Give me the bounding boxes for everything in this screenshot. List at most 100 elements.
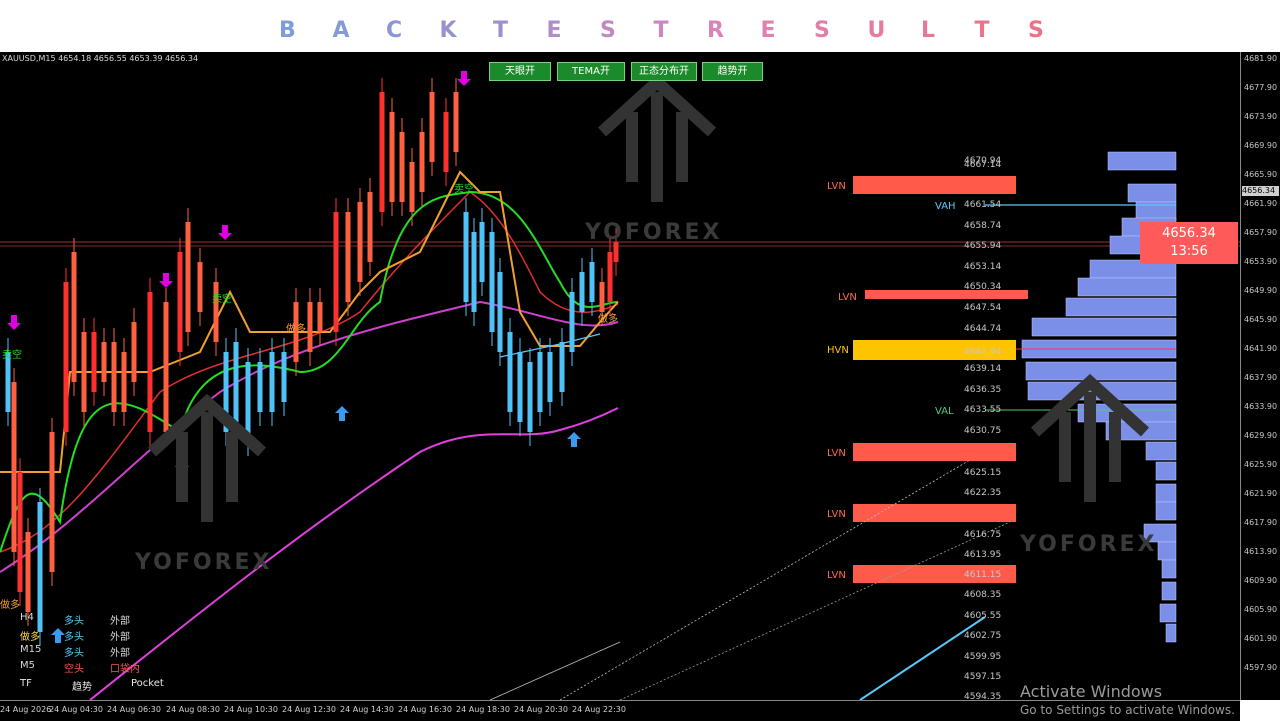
- tianyan-toggle-button[interactable]: 天眼开: [489, 62, 551, 81]
- profile-price-label: 4616.75: [964, 530, 1002, 540]
- profile-price-label: 4605.55: [964, 611, 1002, 621]
- candle-body: [333, 212, 339, 332]
- trend-projection-line: [619, 521, 1011, 700]
- volume-profile-bar: [1025, 361, 1177, 381]
- candle-body: [177, 252, 183, 352]
- buy-signal-arrow-icon: [335, 406, 349, 421]
- sell-signal-label: 卖空: [2, 348, 22, 361]
- candle-body: [101, 342, 107, 382]
- volume-profile-bar: [1161, 559, 1177, 579]
- vah-label: VAH: [935, 201, 956, 212]
- profile-price-label: 4608.35: [964, 590, 1002, 600]
- time-axis-label: 24 Aug 18:30: [456, 705, 510, 714]
- profile-price-label: 4594.35: [964, 692, 1002, 700]
- price-axis-tick: 4629.90: [1244, 431, 1278, 440]
- candle-body: [37, 502, 43, 632]
- chart-canvas[interactable]: 卖空卖空卖空做多做多做多: [0, 52, 1240, 700]
- candle-body: [63, 282, 69, 432]
- candle-body: [471, 232, 477, 312]
- volume-profile-bar: [1155, 461, 1177, 481]
- banner-letter: E: [760, 18, 776, 43]
- candle-body: [71, 252, 77, 382]
- profile-price-label: 4625.15: [964, 468, 1002, 478]
- candle-body: [317, 302, 323, 332]
- time-axis-label: 24 Aug 10:30: [224, 705, 278, 714]
- candle-body: [537, 352, 543, 412]
- profile-price-label: 4641.94: [964, 347, 1002, 357]
- buy-signal-arrow-icon: [51, 628, 65, 643]
- trend-table-cell-trend: 多头: [64, 632, 84, 643]
- candle-body: [589, 262, 595, 302]
- price-axis-tick: 4665.90: [1244, 170, 1278, 179]
- price-axis-tick: 4661.90: [1244, 199, 1278, 208]
- candle-body: [507, 332, 513, 412]
- time-axis-label: 24 Aug 16:30: [398, 705, 452, 714]
- candle-body: [379, 92, 385, 212]
- candle-body: [527, 362, 533, 432]
- price-axis-tick: 4653.90: [1244, 257, 1278, 266]
- volume-profile-bar: [1031, 317, 1177, 337]
- volume-profile-bar: [1155, 483, 1177, 503]
- price-axis-tick: 4673.90: [1244, 112, 1278, 121]
- sell-signal-arrow-icon: [218, 225, 232, 240]
- buy-signal-arrow-icon: [567, 432, 581, 447]
- price-axis-tick: 4669.90: [1244, 141, 1278, 150]
- volume-profile-bar: [1165, 623, 1177, 643]
- price-axis-tick: 4601.90: [1244, 634, 1278, 643]
- trend-table-cell-pocket: 外部: [110, 632, 130, 643]
- profile-price-label: 4658.74: [964, 221, 1002, 231]
- watermark-text: YOFOREX: [1020, 532, 1158, 557]
- banner-letter: A: [332, 18, 350, 43]
- time-axis-label: 24 Aug 22:30: [572, 705, 626, 714]
- candle-body: [453, 92, 459, 152]
- profile-price-label: 4602.75: [964, 631, 1002, 641]
- candle-body: [399, 132, 405, 202]
- lvn-label: LVN: [838, 292, 857, 303]
- price-axis-tick: 4645.90: [1244, 315, 1278, 324]
- candle-body: [517, 352, 523, 422]
- volume-profile-bar: [1157, 541, 1177, 561]
- candle-body: [613, 242, 619, 262]
- profile-price-label: 4613.95: [964, 550, 1002, 560]
- trend-table-header-tf: TF: [20, 678, 32, 689]
- normal-distribution-toggle-button[interactable]: 正态分布开: [631, 62, 697, 81]
- price-axis-tick: 4613.90: [1244, 547, 1278, 556]
- time-axis-label: 24 Aug 20:30: [514, 705, 568, 714]
- price-axis-tick: 4649.90: [1244, 286, 1278, 295]
- tema-toggle-button[interactable]: TEMA开: [557, 62, 625, 81]
- candle-body: [479, 222, 485, 282]
- banner-letter: T: [653, 18, 669, 43]
- price-axis-tick: 4625.90: [1244, 460, 1278, 469]
- time-axis-label: 24 Aug 04:30: [49, 705, 103, 714]
- trend-table-cell-pocket: 口袋内: [110, 664, 140, 675]
- trend-table-header-pocket: Pocket: [131, 678, 164, 689]
- trend-toggle-button[interactable]: 趋势开: [702, 62, 763, 81]
- price-axis-tick: 4637.90: [1244, 373, 1278, 382]
- banner-letter: T: [974, 18, 990, 43]
- price-axis-tick: 4641.90: [1244, 344, 1278, 353]
- profile-price-label: 4655.94: [964, 241, 1002, 251]
- watermark-text: YOFOREX: [135, 550, 273, 575]
- current-price-box: 4656.34 13:56: [1140, 222, 1238, 264]
- candle-body: [497, 272, 503, 352]
- trend-table-cell-tf: M5: [20, 660, 35, 671]
- profile-price-label: 4630.75: [964, 426, 1002, 436]
- candle-body: [11, 382, 17, 552]
- candle-body: [197, 262, 203, 312]
- candle-body: [607, 252, 613, 302]
- price-axis-tag: 4656.34: [1242, 186, 1279, 196]
- lvn-zone: [853, 443, 1016, 461]
- volume-profile-bar: [1065, 297, 1177, 317]
- trend-table-cell-trend: 多头: [64, 616, 84, 627]
- candle-body: [389, 112, 395, 202]
- volume-profile-bar: [1127, 183, 1177, 203]
- candle-body: [409, 162, 415, 212]
- price-axis-tick: 4681.90: [1244, 54, 1278, 63]
- profile-price-label: 4636.35: [964, 385, 1002, 395]
- buy-signal-label: 做多: [0, 598, 20, 611]
- price-axis-tick: 4633.90: [1244, 402, 1278, 411]
- time-axis-label: 24 Aug 12:30: [282, 705, 336, 714]
- price-axis[interactable]: 4681.90 4677.90 4673.90 4669.90 4665.90 4661.…: [1240, 52, 1280, 700]
- banner-letter: S: [600, 18, 616, 43]
- price-chart[interactable]: 卖空 卖空 卖空 做多 做多 做多 XAUUSD,M15 4654.18 4656.55 …: [0, 52, 1240, 700]
